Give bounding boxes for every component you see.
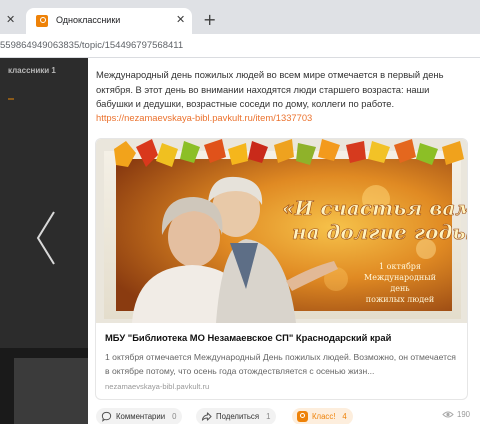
image-caption-line3: день xyxy=(390,284,410,293)
card-description: 1 октября отмечается Международный День … xyxy=(105,352,456,376)
browser-tab-bar: ✕ Одноклассники ✕ + xyxy=(0,0,480,34)
background-page: классники 1 xyxy=(0,58,88,348)
image-caption-line4: пожилых людей xyxy=(366,295,434,304)
image-caption-line2: Международный xyxy=(364,273,436,282)
tab-close-icon[interactable]: ✕ xyxy=(176,13,185,26)
image-caption-line1: 1 октября xyxy=(379,262,421,271)
address-bar[interactable]: 559864949063835/topic/154496797568411 xyxy=(0,34,480,58)
eye-icon xyxy=(442,411,454,418)
background-nav-label: классники 1 xyxy=(8,66,56,75)
link-preview-card[interactable]: «И счастья вам на долгие годы» 1 октября… xyxy=(95,138,468,400)
image-title-line2: на долгие годы» xyxy=(292,220,468,244)
share-button[interactable]: Поделиться 1 xyxy=(196,408,277,424)
card-image[interactable]: «И счастья вам на долгие годы» 1 октября… xyxy=(96,139,468,323)
tab-title: Одноклассники xyxy=(56,15,121,25)
post-modal: Международный день пожилых людей во всем… xyxy=(88,58,480,424)
views-counter: 190 xyxy=(442,410,470,419)
browser-tab[interactable]: Одноклассники ✕ xyxy=(26,8,192,34)
klass-icon xyxy=(297,411,308,422)
comments-button[interactable]: Комментарии 0 xyxy=(96,408,183,424)
klass-label: Класс! xyxy=(312,412,336,421)
klass-count: 4 xyxy=(342,412,347,421)
share-count: 1 xyxy=(266,412,271,421)
share-label: Поделиться xyxy=(216,412,260,421)
post-text: Международный день пожилых людей во всем… xyxy=(96,69,444,109)
background-marker xyxy=(8,98,14,100)
views-count: 190 xyxy=(456,410,470,419)
comments-label: Комментарии xyxy=(116,412,166,421)
close-icon[interactable]: ✕ xyxy=(6,13,15,26)
background-lower-panel xyxy=(0,348,88,424)
klass-button[interactable]: Класс! 4 xyxy=(292,408,353,424)
url-text[interactable]: 559864949063835/topic/154496797568411 xyxy=(0,40,183,51)
background-lower-block xyxy=(14,358,88,424)
comment-icon xyxy=(101,411,112,422)
previous-arrow-icon[interactable] xyxy=(34,210,58,266)
new-tab-plus-icon[interactable]: + xyxy=(203,10,216,29)
share-arrow-icon xyxy=(201,412,212,421)
card-domain: nezamaevskaya-bibl.pavkult.ru xyxy=(105,382,210,391)
comments-count: 0 xyxy=(172,412,177,421)
card-title[interactable]: МБУ "Библиотека МО Незамаевское СП" Крас… xyxy=(105,332,391,343)
odnoklassniki-favicon-icon xyxy=(36,15,48,27)
post-link[interactable]: https://nezamaevskaya-bibl.pavkult.ru/it… xyxy=(96,112,312,123)
image-title-line1: «И счастья вам xyxy=(282,196,468,220)
post-actions: Комментарии 0 Поделиться 1 Класс! 4 190 xyxy=(96,408,476,424)
